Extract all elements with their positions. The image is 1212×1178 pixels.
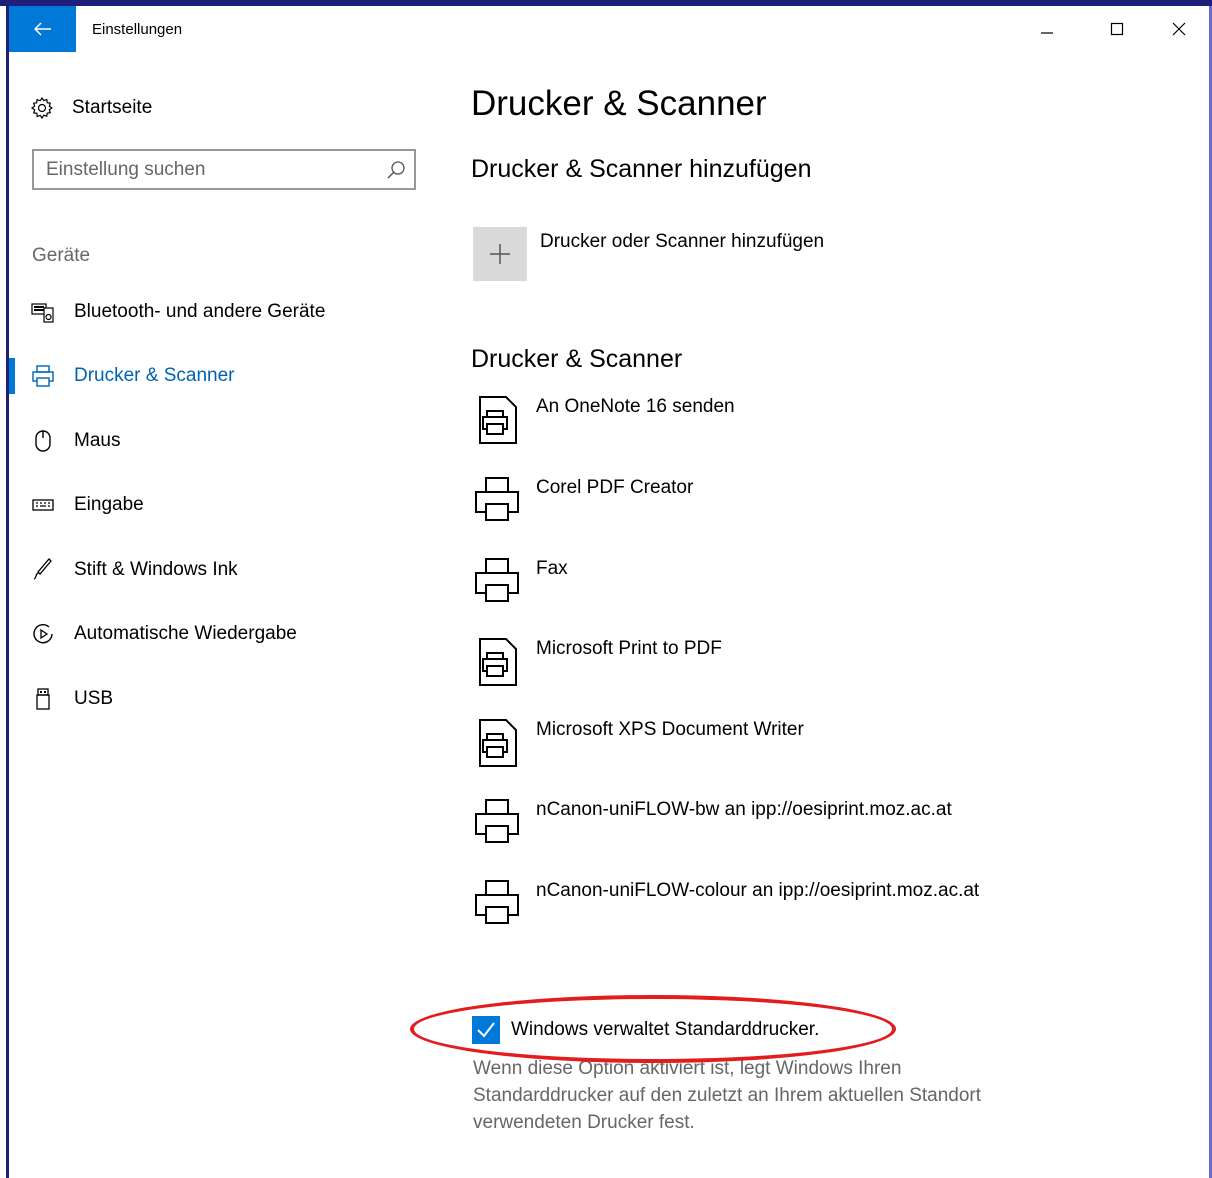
sidebar-item-label: USB — [74, 688, 114, 709]
window-title: Einstellungen — [92, 21, 183, 38]
search-input[interactable] — [46, 157, 376, 183]
gear-icon — [30, 96, 53, 120]
add-printer-label[interactable]: Drucker oder Scanner hinzufügen — [540, 231, 824, 253]
default-printer-checkbox[interactable] — [472, 1016, 500, 1044]
pen-icon — [31, 558, 55, 582]
sidebar-item-autoplay[interactable]: Automatische Wiedergabe — [0, 609, 440, 659]
printer-item[interactable]: Microsoft Print to PDF — [470, 636, 1170, 706]
back-button[interactable] — [9, 6, 76, 52]
devices-icon — [31, 300, 55, 324]
printer-icon — [475, 477, 519, 521]
printer-icon — [475, 880, 519, 924]
checkmark-icon — [477, 1022, 495, 1038]
sidebar-item-label: Automatische Wiedergabe — [74, 623, 297, 644]
title-bar: Einstellungen — [9, 6, 1209, 58]
nav-home[interactable]: Startseite — [30, 92, 152, 124]
printer-icon — [475, 558, 519, 602]
printer-list-title: Drucker & Scanner — [471, 345, 683, 373]
maximize-button[interactable] — [1087, 6, 1147, 52]
document-printer-icon — [479, 719, 517, 767]
printer-name: Fax — [536, 558, 568, 579]
printer-name: nCanon-uniFLOW-bw an ipp://oesiprint.moz… — [536, 799, 952, 820]
sidebar-item-usb[interactable]: USB — [0, 674, 440, 724]
sidebar-item-label: Maus — [74, 430, 121, 451]
printer-item[interactable]: Microsoft XPS Document Writer — [470, 717, 1170, 787]
add-section-title: Drucker & Scanner hinzufügen — [471, 155, 812, 183]
sidebar-item-pen[interactable]: Stift & Windows Ink — [0, 545, 440, 595]
printer-name: nCanon-uniFLOW-colour an ipp://oesiprint… — [536, 880, 980, 901]
printer-name: Microsoft Print to PDF — [536, 638, 722, 659]
printer-item[interactable]: Fax — [470, 556, 1170, 626]
printer-item[interactable]: nCanon-uniFLOW-bw an ipp://oesiprint.moz… — [470, 797, 1170, 867]
printer-icon — [475, 799, 519, 843]
usb-icon — [31, 687, 55, 711]
autoplay-icon — [31, 622, 55, 646]
section-title-devices: Geräte — [32, 245, 91, 266]
document-printer-icon — [479, 396, 517, 444]
maximize-icon — [1110, 22, 1124, 36]
default-printer-checkbox-row[interactable]: Windows verwaltet Standarddrucker. — [472, 1015, 819, 1045]
default-printer-description: Wenn diese Option aktiviert ist, legt Wi… — [473, 1058, 982, 1133]
sidebar-item-label: Drucker & Scanner — [74, 365, 235, 386]
plus-icon — [490, 244, 510, 264]
sidebar-item-label: Eingabe — [74, 494, 144, 515]
document-printer-icon — [479, 638, 517, 686]
nav-home-label: Startseite — [72, 97, 153, 118]
sidebar-item-mouse[interactable]: Maus — [0, 416, 440, 466]
keyboard-icon — [31, 493, 55, 517]
printer-item[interactable]: Corel PDF Creator — [470, 475, 1170, 545]
page-title: Drucker & Scanner — [471, 84, 767, 123]
search-box[interactable] — [32, 149, 416, 190]
printer-item[interactable]: nCanon-uniFLOW-colour an ipp://oesiprint… — [470, 878, 1170, 948]
sidebar-item-label: Stift & Windows Ink — [74, 559, 238, 580]
printer-name: Corel PDF Creator — [536, 477, 694, 498]
minimize-icon — [1041, 32, 1053, 34]
sidebar-item-label: Bluetooth- und andere Geräte — [74, 301, 326, 322]
minimize-button[interactable] — [1017, 6, 1077, 52]
printer-icon — [31, 364, 55, 388]
printer-name: An OneNote 16 senden — [536, 396, 735, 417]
printer-item[interactable]: An OneNote 16 senden — [470, 394, 1170, 464]
search-icon[interactable] — [386, 160, 406, 180]
mouse-icon — [31, 429, 55, 453]
add-printer-button[interactable] — [473, 227, 527, 281]
default-printer-checkbox-label[interactable]: Windows verwaltet Standarddrucker. — [511, 1019, 819, 1041]
printer-name: Microsoft XPS Document Writer — [536, 719, 804, 740]
close-button[interactable] — [1149, 6, 1209, 52]
sidebar-item-typing[interactable]: Eingabe — [0, 480, 440, 530]
sidebar-item-bluetooth[interactable]: Bluetooth- und andere Geräte — [0, 287, 440, 337]
sidebar-item-printers[interactable]: Drucker & Scanner — [0, 351, 440, 401]
close-icon — [1172, 22, 1186, 36]
arrow-left-icon — [33, 22, 51, 36]
